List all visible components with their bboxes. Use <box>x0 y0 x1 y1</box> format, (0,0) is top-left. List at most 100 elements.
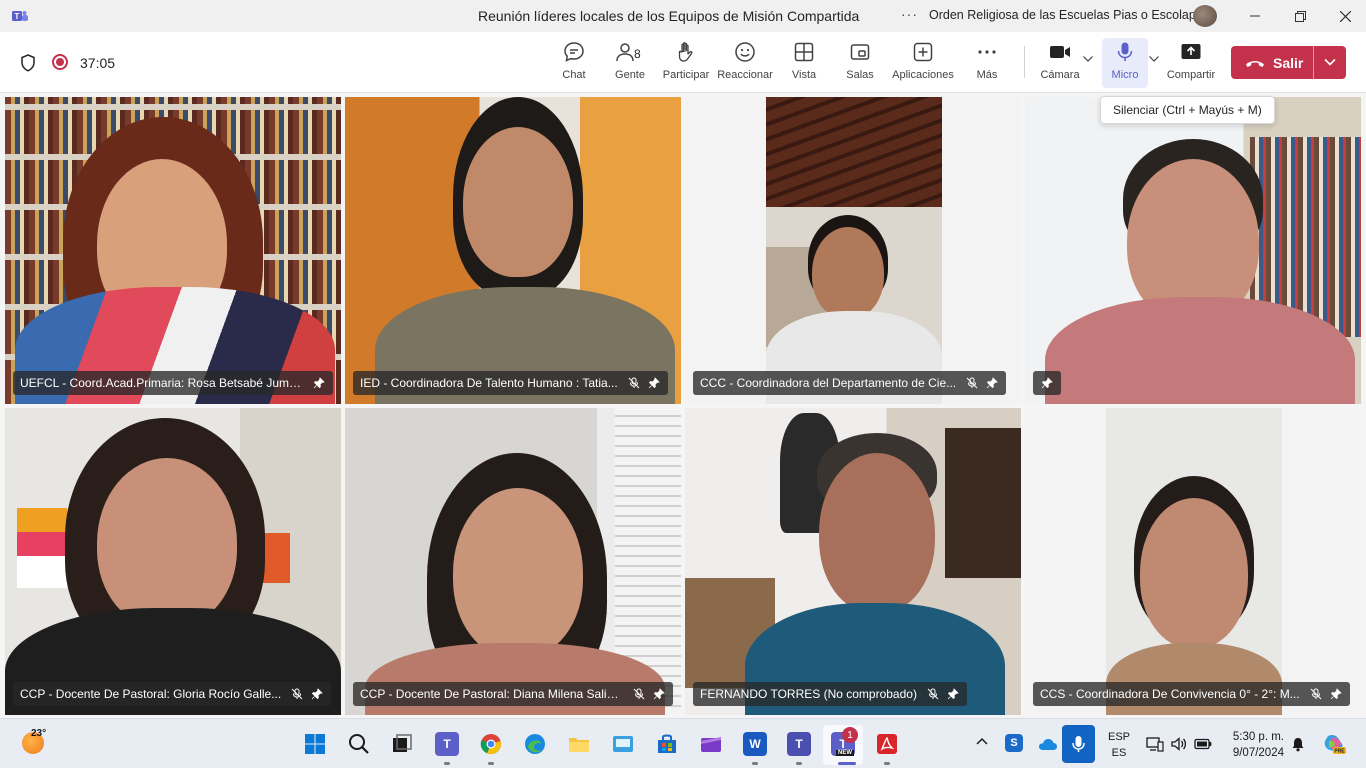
new-label-badge: NEW <box>836 750 854 756</box>
mic-off-icon <box>966 377 978 389</box>
door-frame <box>945 428 1021 578</box>
acrobat-icon[interactable] <box>875 732 899 756</box>
meeting-timer: 37:05 <box>80 55 116 71</box>
participant-name: CCP - Docente De Pastoral: Diana Milena … <box>360 687 623 701</box>
view-label: Vista <box>791 69 817 81</box>
teams-classic-icon[interactable]: T <box>787 732 811 756</box>
pin-icon[interactable] <box>947 688 959 700</box>
leave-label: Salir <box>1273 54 1304 71</box>
share-label: Compartir <box>1166 69 1216 81</box>
copilot-icon[interactable]: PRE <box>1322 732 1346 756</box>
view-button[interactable]: Vista <box>790 40 818 86</box>
file-explorer-icon[interactable] <box>567 732 591 756</box>
active-indicator <box>838 762 856 765</box>
mic-off-icon <box>633 688 645 700</box>
chat-icon <box>564 42 584 62</box>
control-panel-icon[interactable] <box>611 732 635 756</box>
more-button[interactable]: Más <box>973 40 1001 86</box>
network-icon[interactable] <box>1146 736 1164 752</box>
participant-tile[interactable]: CCP - Docente De Pastoral: Gloria Rocío … <box>5 408 341 715</box>
clipchamp-icon[interactable] <box>699 732 723 756</box>
rooms-button[interactable]: Salas <box>846 40 874 86</box>
video-grid: UEFCL - Coord.Acad.Primaria: Rosa Betsab… <box>0 93 1366 718</box>
search-icon[interactable] <box>347 732 371 756</box>
close-window-button[interactable] <box>1330 4 1360 28</box>
clock-time: 5:30 p. m. <box>1232 731 1284 743</box>
more-options-button[interactable]: ··· <box>901 6 918 22</box>
react-button[interactable]: Reaccionar <box>717 40 773 86</box>
pin-icon[interactable] <box>653 688 665 700</box>
mic-off-icon <box>628 377 640 389</box>
camera-button[interactable]: Cámara <box>1040 40 1080 86</box>
running-indicator <box>488 762 494 765</box>
chat-label: Chat <box>562 69 586 81</box>
pin-icon[interactable] <box>648 377 660 389</box>
close-icon <box>1339 10 1351 22</box>
pin-icon[interactable] <box>311 688 324 700</box>
system-clock[interactable]: 5:30 p. m. 9/07/2024 <box>1222 729 1284 761</box>
raise-hand-label: Participar <box>662 69 710 81</box>
mic-options-chevron-icon[interactable] <box>1149 54 1159 65</box>
restore-button[interactable] <box>1285 4 1315 28</box>
share-button[interactable]: Compartir <box>1166 40 1216 86</box>
participant-body <box>1045 297 1355 404</box>
pin-icon[interactable] <box>1330 688 1342 700</box>
participant-name-tag: CCP - Docente De Pastoral: Gloria Rocío … <box>13 682 332 706</box>
chat-button[interactable]: Chat <box>560 40 588 86</box>
windows-taskbar: 23° T W T T 1 NEW S ESP ES 5:30 p. m. 9/… <box>0 718 1366 768</box>
participant-tile[interactable]: CCS - Coordinadora De Convivencia 0° - 2… <box>1025 408 1361 715</box>
leave-options-chevron-icon[interactable] <box>1323 55 1337 69</box>
task-view-icon[interactable] <box>390 732 414 756</box>
apps-button[interactable]: Aplicaciones <box>892 40 954 86</box>
recording-indicator-icon <box>52 54 68 70</box>
organization-name[interactable]: Orden Religiosa de las Escuelas Pias o E… <box>929 8 1212 22</box>
store-icon[interactable] <box>655 732 679 756</box>
raise-hand-button[interactable]: Participar <box>662 40 710 86</box>
participant-tile[interactable]: UEFCL - Coord.Acad.Primaria: Rosa Betsab… <box>5 97 341 404</box>
running-indicator <box>796 762 802 765</box>
shield-icon[interactable] <box>20 54 36 72</box>
security-app-icon[interactable]: S <box>1005 734 1023 752</box>
volume-icon[interactable] <box>1170 736 1188 752</box>
participant-face <box>97 458 237 628</box>
pin-icon[interactable] <box>986 377 998 389</box>
input-language-indicator[interactable]: ESP ES <box>1108 729 1130 761</box>
windows-start-icon[interactable] <box>303 732 327 756</box>
participant-name-tag <box>1033 371 1061 395</box>
notification-badge: 1 <box>842 727 858 743</box>
mic-in-use-indicator[interactable] <box>1062 725 1095 763</box>
participant-tile[interactable]: CCC - Coordinadora del Departamento de C… <box>685 97 1021 404</box>
video-feed-portrait <box>1106 408 1282 715</box>
participant-face <box>1140 498 1248 648</box>
participant-tile[interactable]: IED - Coordinadora De Talento Humano : T… <box>345 97 681 404</box>
participant-tile[interactable]: FERNANDO TORRES (No comprobado) <box>685 408 1021 715</box>
mic-off-icon <box>927 688 939 700</box>
meeting-toolbar: 37:05 Chat 8 Gente Participar Reaccionar… <box>0 32 1366 93</box>
participant-tile[interactable] <box>1025 97 1361 404</box>
svg-text:T: T <box>15 12 20 21</box>
user-avatar[interactable] <box>1193 5 1217 27</box>
camera-options-chevron-icon[interactable] <box>1083 54 1093 65</box>
leave-button[interactable]: Salir <box>1231 46 1346 79</box>
pin-icon[interactable] <box>313 377 325 389</box>
show-hidden-icons-chevron-icon[interactable] <box>976 737 988 745</box>
minimize-button[interactable] <box>1240 4 1270 28</box>
battery-icon[interactable] <box>1194 738 1212 750</box>
chrome-icon[interactable] <box>479 732 503 756</box>
participant-tile[interactable]: CCP - Docente De Pastoral: Diana Milena … <box>345 408 681 715</box>
rooms-label: Salas <box>846 69 874 81</box>
edge-icon[interactable] <box>523 732 547 756</box>
participant-face <box>812 227 884 319</box>
pin-icon[interactable] <box>1041 377 1053 389</box>
restore-icon <box>1294 10 1306 22</box>
people-button[interactable]: 8 Gente <box>612 40 648 86</box>
participant-name: UEFCL - Coord.Acad.Primaria: Rosa Betsab… <box>20 376 305 390</box>
mic-button[interactable]: Micro <box>1108 40 1142 86</box>
teams-icon[interactable]: T <box>435 732 459 756</box>
word-icon[interactable]: W <box>743 732 767 756</box>
onedrive-cloud-icon[interactable] <box>1038 737 1058 751</box>
breakout-rooms-icon <box>850 44 870 60</box>
notification-bell-icon[interactable] <box>1290 736 1306 752</box>
more-icon <box>978 50 996 54</box>
mic-off-icon <box>291 688 303 700</box>
